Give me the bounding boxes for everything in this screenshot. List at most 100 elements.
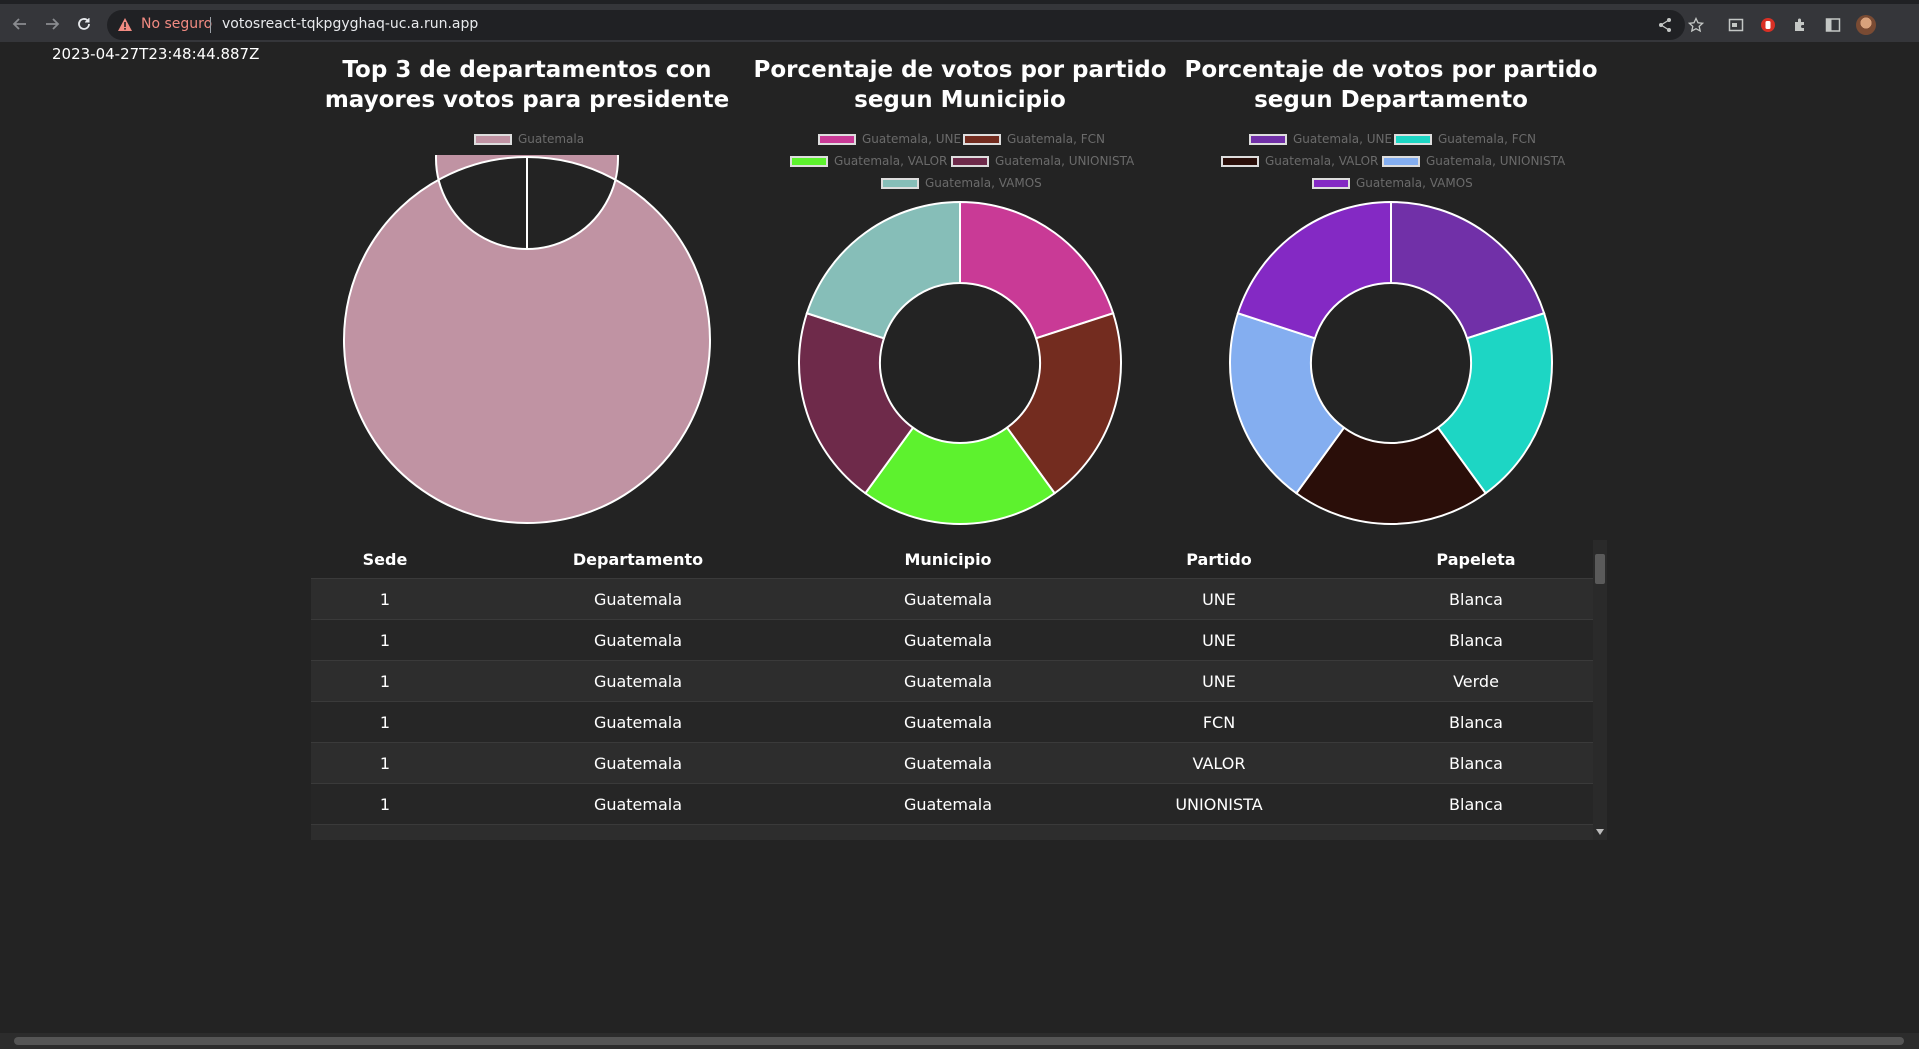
cell-papeleta: Blanca bbox=[1359, 783, 1593, 825]
warning-icon[interactable] bbox=[117, 17, 133, 36]
legend-item[interactable]: Guatemala, VAMOS bbox=[1312, 176, 1473, 190]
legend-label: Guatemala, UNIONISTA bbox=[995, 154, 1135, 168]
cell-partido: UNIONISTA bbox=[1079, 783, 1359, 825]
legend-label: Guatemala bbox=[518, 132, 585, 146]
legend-label: Guatemala, VALOR bbox=[834, 154, 948, 168]
donut-slice[interactable] bbox=[1236, 200, 1392, 340]
chart-title-line1: Porcentaje de votos por partido bbox=[753, 57, 1167, 83]
tab-search-icon[interactable] bbox=[1726, 15, 1746, 35]
back-arrow-icon[interactable] bbox=[10, 14, 30, 34]
cell-municipio: Guatemala bbox=[817, 660, 1079, 702]
cell-sede: 1 bbox=[311, 660, 459, 702]
legend-swatch bbox=[474, 133, 512, 145]
chart-title-line2: segun Departamento bbox=[1254, 87, 1528, 113]
table-row[interactable] bbox=[311, 824, 1593, 840]
legend-item[interactable]: Guatemala, FCN bbox=[1394, 132, 1536, 146]
cell-departamento: Guatemala bbox=[459, 783, 817, 825]
header-partido: Partido bbox=[1186, 549, 1252, 569]
cell-sede: 1 bbox=[311, 701, 459, 743]
cell-partido: UNE bbox=[1079, 660, 1359, 702]
chart-title: Porcentaje de votos por partido segun De… bbox=[1171, 55, 1611, 115]
donut-slice[interactable] bbox=[1390, 200, 1546, 340]
cell-papeleta: Blanca bbox=[1359, 701, 1593, 743]
table-row[interactable]: 1 Guatemala Guatemala VALOR Blanca bbox=[311, 742, 1593, 784]
not-secure-label[interactable]: No seguro bbox=[141, 16, 212, 32]
chart-title-line2: mayores votos para presidente bbox=[324, 87, 730, 113]
table-row[interactable]: 1 Guatemala Guatemala UNE Verde bbox=[311, 660, 1593, 702]
donut-slice[interactable] bbox=[959, 200, 1115, 340]
bookmark-star-icon[interactable] bbox=[1686, 15, 1706, 35]
cell-papeleta: Verde bbox=[1359, 660, 1593, 702]
legend-label: Guatemala, UNE bbox=[862, 132, 962, 146]
cell-departamento: Guatemala bbox=[459, 660, 817, 702]
legend-item[interactable]: Guatemala, VALOR bbox=[1221, 154, 1378, 168]
omnibox-divider bbox=[210, 17, 211, 33]
header-sede: Sede bbox=[362, 549, 408, 569]
legend-item[interactable]: Guatemala, UNE bbox=[1249, 132, 1392, 146]
cell-municipio: Guatemala bbox=[817, 783, 1079, 825]
profile-avatar[interactable] bbox=[1856, 15, 1876, 35]
table-row[interactable]: 1 Guatemala Guatemala UNE Blanca bbox=[311, 578, 1593, 620]
cell-municipio: Guatemala bbox=[817, 578, 1079, 620]
browser-toolbar: No seguro votosreact-tqkpgyghaq-uc.a.run… bbox=[0, 0, 1919, 42]
donut-chart-municipio[interactable] bbox=[795, 198, 1125, 528]
cell-departamento: Guatemala bbox=[459, 742, 817, 784]
cell-departamento: Guatemala bbox=[459, 701, 817, 743]
votes-table-container[interactable]: Sede Departamento Municipio Partido Pape… bbox=[311, 540, 1607, 840]
scrollbar-thumb[interactable] bbox=[1595, 554, 1605, 584]
cell-partido: VALOR bbox=[1079, 742, 1359, 784]
legend-label: Guatemala, VAMOS bbox=[925, 176, 1042, 190]
cell-sede: 1 bbox=[311, 578, 459, 620]
donut-chart-departamentos[interactable] bbox=[342, 155, 712, 525]
legend-label: Guatemala, UNIONISTA bbox=[1426, 154, 1566, 168]
table-header-row: Sede Departamento Municipio Partido Pape… bbox=[311, 540, 1593, 579]
chart-title-line2: segun Municipio bbox=[854, 87, 1066, 113]
url-text[interactable]: votosreact-tqkpgyghaq-uc.a.run.app bbox=[222, 16, 478, 32]
cell-sede: 1 bbox=[311, 742, 459, 784]
table-vertical-scrollbar[interactable] bbox=[1593, 540, 1607, 840]
chart-title-line1: Porcentaje de votos por partido bbox=[1184, 57, 1598, 83]
cell-papeleta: Blanca bbox=[1359, 578, 1593, 620]
forward-arrow-icon[interactable] bbox=[42, 14, 62, 34]
legend-label: Guatemala, FCN bbox=[1438, 132, 1536, 146]
scroll-down-arrow-icon[interactable] bbox=[1596, 829, 1604, 835]
donut-slice[interactable] bbox=[805, 200, 961, 340]
page-horizontal-scrollbar[interactable] bbox=[0, 1033, 1919, 1049]
cell-departamento: Guatemala bbox=[459, 578, 817, 620]
cell-municipio: Guatemala bbox=[817, 701, 1079, 743]
cell-partido: FCN bbox=[1079, 701, 1359, 743]
cell-papeleta: Blanca bbox=[1359, 619, 1593, 661]
extensions-puzzle-icon[interactable] bbox=[1790, 15, 1810, 35]
legend-item[interactable]: Guatemala, VALOR bbox=[790, 154, 947, 168]
legend-item[interactable]: Guatemala, UNIONISTA bbox=[1382, 154, 1565, 168]
share-icon[interactable] bbox=[1655, 15, 1675, 35]
legend-label: Guatemala, FCN bbox=[1007, 132, 1105, 146]
legend-item[interactable]: Guatemala, UNE bbox=[818, 132, 961, 146]
timestamp: 2023-04-27T23:48:44.887Z bbox=[52, 45, 260, 63]
chart-title: Porcentaje de votos por partido segun Mu… bbox=[740, 55, 1180, 115]
legend-item[interactable]: Guatemala, VAMOS bbox=[881, 176, 1042, 190]
cell-departamento: Guatemala bbox=[459, 619, 817, 661]
header-papeleta: Papeleta bbox=[1436, 549, 1516, 569]
cell-sede: 1 bbox=[311, 783, 459, 825]
cell-partido: UNE bbox=[1079, 578, 1359, 620]
cell-sede: 1 bbox=[311, 619, 459, 661]
header-municipio: Municipio bbox=[904, 549, 992, 569]
chart-municipio: Porcentaje de votos por partido segun Mu… bbox=[740, 55, 1180, 115]
side-panel-icon[interactable] bbox=[1823, 15, 1843, 35]
reload-icon[interactable] bbox=[74, 14, 94, 34]
cell-papeleta: Blanca bbox=[1359, 742, 1593, 784]
legend-label: Guatemala, UNE bbox=[1293, 132, 1393, 146]
scrollbar-thumb[interactable] bbox=[14, 1037, 1904, 1045]
table-row[interactable]: 1 Guatemala Guatemala UNIONISTA Blanca bbox=[311, 783, 1593, 825]
legend-item[interactable]: Guatemala bbox=[474, 132, 584, 146]
table-row[interactable]: 1 Guatemala Guatemala FCN Blanca bbox=[311, 701, 1593, 743]
legend-item[interactable]: Guatemala, UNIONISTA bbox=[951, 154, 1134, 168]
extension-stop-icon[interactable] bbox=[1758, 15, 1778, 35]
cell-municipio: Guatemala bbox=[817, 619, 1079, 661]
legend-item[interactable]: Guatemala, FCN bbox=[963, 132, 1105, 146]
table-row[interactable]: 1 Guatemala Guatemala UNE Blanca bbox=[311, 619, 1593, 661]
donut-chart-departamento[interactable] bbox=[1226, 198, 1556, 528]
chart-title: Top 3 de departamentos con mayores votos… bbox=[307, 55, 747, 115]
legend-label: Guatemala, VALOR bbox=[1265, 154, 1379, 168]
